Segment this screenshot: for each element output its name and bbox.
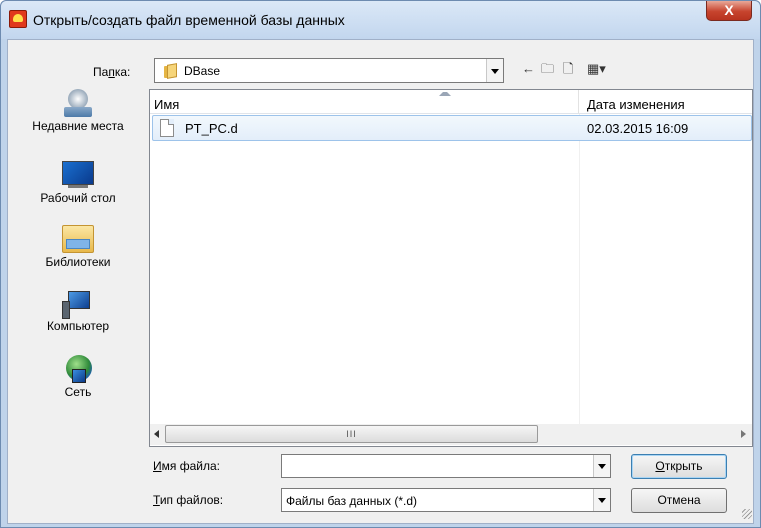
libraries-icon: [62, 225, 94, 255]
chevron-down-icon[interactable]: [486, 59, 503, 82]
recent-places-icon: [62, 89, 94, 119]
folder-icon: [164, 64, 178, 78]
up-folder-icon[interactable]: 🗀: [541, 61, 554, 77]
column-header-name[interactable]: Имя: [150, 90, 579, 114]
filename-input[interactable]: [281, 454, 611, 478]
desktop-icon: [62, 161, 94, 191]
file-row[interactable]: PT_PC.d 02.03.2015 16:09: [152, 115, 752, 141]
sort-up-icon: [439, 92, 451, 96]
filetype-value: Файлы баз данных (*.d): [286, 494, 417, 508]
place-label: Библиотеки: [45, 255, 111, 269]
open-file-dialog: Открыть/создать файл временной базы данн…: [0, 0, 761, 528]
view-menu-icon[interactable]: ▦▾: [587, 61, 606, 77]
filetype-label: Тип файлов:: [153, 493, 224, 507]
back-icon[interactable]: ←: [522, 61, 535, 77]
file-list[interactable]: Имя Дата изменения PT_PC.d 02.03.2015 16…: [149, 89, 753, 447]
column-divider: [579, 114, 580, 424]
filetype-dropdown[interactable]: Файлы баз данных (*.d): [281, 488, 611, 512]
scroll-right-icon[interactable]: [741, 430, 746, 438]
look-in-dropdown[interactable]: DBase: [154, 58, 504, 83]
column-header-date[interactable]: Дата изменения: [579, 90, 752, 114]
app-icon: [9, 10, 27, 28]
filename-label: Имя файла:: [153, 459, 220, 473]
place-desktop[interactable]: Рабочий стол: [14, 161, 142, 205]
title-bar[interactable]: Открыть/создать файл временной базы данн…: [1, 1, 760, 39]
close-button[interactable]: X: [706, 1, 752, 21]
file-icon: [160, 119, 174, 137]
computer-icon: [62, 289, 94, 319]
place-libraries[interactable]: Библиотеки: [14, 225, 142, 269]
place-network[interactable]: Сеть: [14, 355, 142, 399]
file-date: 02.03.2015 16:09: [587, 121, 689, 136]
chevron-down-icon[interactable]: [593, 489, 610, 511]
file-name: PT_PC.d: [185, 121, 238, 136]
place-label: Рабочий стол: [40, 191, 116, 205]
open-button[interactable]: Открыть: [631, 454, 727, 479]
place-label: Сеть: [64, 385, 92, 399]
place-recent[interactable]: Недавние места: [14, 89, 142, 133]
new-folder-icon[interactable]: 🗋: [563, 61, 573, 77]
chevron-down-icon[interactable]: [593, 455, 610, 477]
scroll-thumb[interactable]: III: [165, 425, 538, 443]
look-in-value: DBase: [184, 64, 221, 78]
place-label: Компьютер: [46, 319, 110, 333]
scroll-left-icon[interactable]: [154, 430, 159, 438]
cancel-button[interactable]: Отмена: [631, 488, 727, 513]
resize-grip-icon[interactable]: [742, 509, 752, 519]
places-bar: Недавние места Рабочий стол Библиотеки К…: [14, 89, 142, 449]
look-in-label: Папка:: [93, 65, 131, 79]
horizontal-scrollbar[interactable]: III: [150, 424, 752, 445]
network-icon: [62, 355, 94, 385]
place-computer[interactable]: Компьютер: [14, 289, 142, 333]
window-title: Открыть/создать файл временной базы данн…: [33, 12, 345, 28]
place-label: Недавние места: [32, 119, 124, 133]
